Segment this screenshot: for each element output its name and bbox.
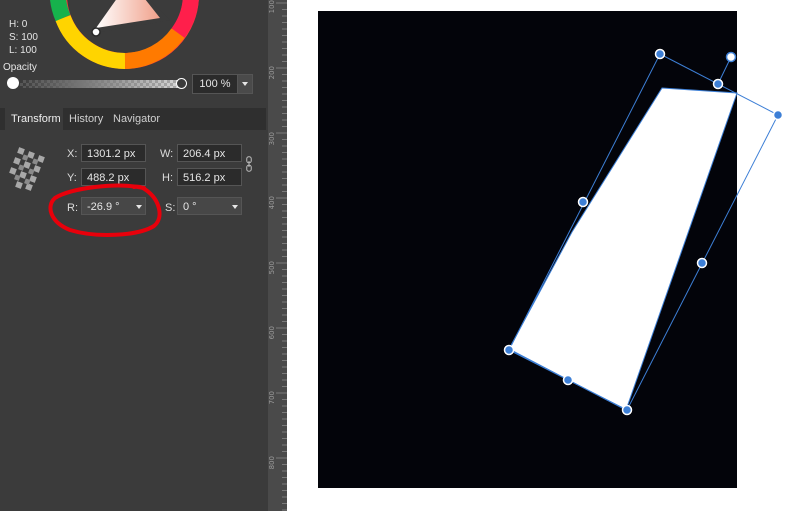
rotation-handle[interactable] xyxy=(725,51,737,63)
handle-top-left[interactable] xyxy=(654,48,666,60)
selection-overlay xyxy=(503,48,784,416)
handle-top-right[interactable] xyxy=(772,109,784,121)
handle-middle-left[interactable] xyxy=(577,196,589,208)
handle-middle-right[interactable] xyxy=(696,257,708,269)
handle-bottom-right[interactable] xyxy=(621,404,633,416)
handle-bottom-middle[interactable] xyxy=(562,374,574,386)
white-shape[interactable] xyxy=(508,87,738,411)
handle-top-middle[interactable] xyxy=(712,78,724,90)
handle-bottom-left[interactable] xyxy=(503,344,515,356)
